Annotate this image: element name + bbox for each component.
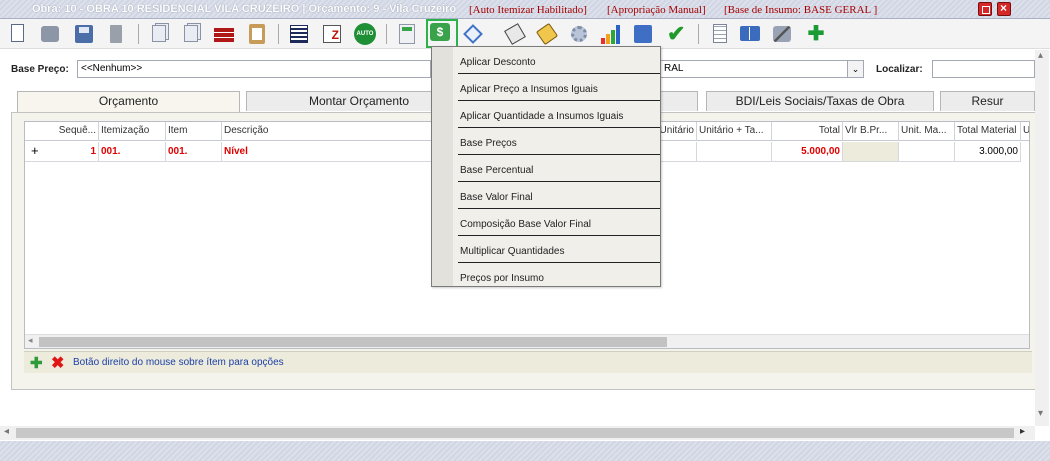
window-footer: [0, 441, 1050, 461]
col-u[interactable]: U: [1021, 122, 1029, 141]
list-icon[interactable]: [287, 22, 311, 46]
page-vertical-scrollbar[interactable]: ▴ ▾: [1035, 50, 1049, 426]
base-preco-label: Base Preço:: [11, 64, 69, 75]
col-unitario[interactable]: Unitário: [657, 122, 697, 141]
new-document-icon[interactable]: [6, 22, 30, 46]
page-horizontal-scrollbar[interactable]: ◂ ▸: [0, 426, 1035, 440]
menu-item-aplicar-desconto[interactable]: Aplicar Desconto: [458, 48, 660, 74]
diamond-icon[interactable]: [461, 22, 485, 46]
grid-status-bar: ✚ ✖ Botão direito do mouse sobre ítem pa…: [24, 351, 1032, 373]
col-unit-ma[interactable]: Unit. Ma...: [899, 122, 955, 141]
menu-gutter: [432, 47, 453, 286]
title-bar: Obra: 10 - OBRA 10 RESIDENCIAL VILA CRUZ…: [0, 0, 1050, 19]
apropriacao-tag: [Apropriação Manual]: [607, 4, 706, 16]
cell-unit-ma: [899, 142, 955, 162]
toolbar-separator: [386, 24, 387, 44]
cell-total: 5.000,00: [772, 142, 843, 162]
print-icon[interactable]: [38, 22, 62, 46]
close-button[interactable]: [997, 1, 1011, 16]
money-icon[interactable]: $: [426, 19, 458, 48]
grid-scroll-thumb[interactable]: [39, 337, 667, 347]
pen-icon[interactable]: [535, 22, 559, 46]
cell-unitario-ta: [697, 142, 772, 162]
tools-icon[interactable]: [770, 22, 794, 46]
cell-itemizacao: 001.: [99, 142, 166, 162]
cog-icon[interactable]: [567, 22, 591, 46]
menu-item-composicao-base[interactable]: Composição Base Valor Final: [458, 210, 660, 236]
clipboard-icon[interactable]: [245, 22, 269, 46]
status-hint: Botão direito do mouse sobre ítem para o…: [73, 357, 284, 368]
tab-bdi[interactable]: BDI/Leis Sociais/Taxas de Obra: [706, 91, 934, 111]
col-itemizacao[interactable]: Itemização: [99, 122, 166, 141]
add-row-icon[interactable]: ✚: [30, 354, 43, 372]
cell-sequencia: 1: [43, 142, 99, 162]
tab-resumo[interactable]: Resur: [940, 91, 1035, 111]
base-insumo-select[interactable]: RAL: [660, 60, 864, 78]
cell-total-material: 3.000,00: [955, 142, 1021, 162]
scroll-down-icon[interactable]: ▾: [1038, 408, 1043, 419]
cell-unitario: [657, 142, 697, 162]
scroll-left-icon[interactable]: ◂: [28, 335, 33, 346]
menu-item-base-percentual[interactable]: Base Percentual: [458, 156, 660, 182]
remove-row-icon[interactable]: ✖: [51, 353, 64, 373]
menu-item-aplicar-preco[interactable]: Aplicar Preço a Insumos Iguais: [458, 75, 660, 101]
book-icon[interactable]: [738, 22, 762, 46]
menu-item-precos-por-insumo[interactable]: Preços por Insumo: [458, 264, 660, 290]
check-icon[interactable]: ✔: [664, 22, 688, 46]
col-total[interactable]: Total: [772, 122, 843, 141]
grid-horizontal-scrollbar[interactable]: ◂: [25, 334, 1029, 348]
window-title: Obra: 10 - OBRA 10 RESIDENCIAL VILA CRUZ…: [32, 3, 457, 15]
toolbar-separator: [698, 24, 699, 44]
bar-chart-icon[interactable]: [598, 22, 622, 46]
localizar-label: Localizar:: [876, 64, 923, 75]
menu-item-base-precos[interactable]: Base Preços: [458, 129, 660, 155]
page-scroll-thumb[interactable]: [16, 428, 1014, 438]
page-scroll-left-icon[interactable]: ◂: [4, 426, 9, 437]
col-sequencia[interactable]: Sequê...: [25, 122, 99, 141]
localizar-input[interactable]: [932, 60, 1035, 78]
add-icon[interactable]: ✚: [803, 22, 827, 46]
row-expander[interactable]: +: [25, 142, 43, 162]
money-dropdown-menu: Aplicar Desconto Aplicar Preço a Insumos…: [431, 46, 661, 287]
chevron-down-icon[interactable]: ⌄: [847, 61, 863, 77]
base-insumo-tag: [Base de Insumo: BASE GERAL ]: [724, 4, 878, 16]
toolbar-separator: [278, 24, 279, 44]
notes-icon[interactable]: [708, 22, 732, 46]
maximize-button[interactable]: [978, 2, 992, 16]
trash-icon[interactable]: [104, 22, 128, 46]
col-unitario-ta[interactable]: Unitário + Ta...: [697, 122, 772, 141]
cell-item: 001.: [166, 142, 222, 162]
page-scroll-right-icon[interactable]: ▸: [1020, 426, 1025, 437]
list-z-icon[interactable]: [320, 22, 344, 46]
menu-item-multiplicar-quantidades[interactable]: Multiplicar Quantidades: [458, 237, 660, 263]
save-icon[interactable]: [72, 22, 96, 46]
calculator-icon[interactable]: [395, 22, 419, 46]
toolbar: AUTO $ ✔ ✚: [0, 19, 1050, 49]
base-insumo-value: RAL: [664, 63, 684, 74]
export-icon[interactable]: [631, 22, 655, 46]
menu-item-aplicar-quantidade[interactable]: Aplicar Quantidade a Insumos Iguais: [458, 102, 660, 128]
base-preco-select[interactable]: <<Nenhum>>: [77, 60, 431, 78]
menu-item-base-valor-final[interactable]: Base Valor Final: [458, 183, 660, 209]
copy-pages-icon[interactable]: [148, 22, 172, 46]
toolbar-separator: [138, 24, 139, 44]
auto-itemizar-tag: [Auto Itemizar Habilitado]: [469, 4, 587, 16]
col-item[interactable]: Item: [166, 122, 222, 141]
tag-icon[interactable]: [503, 22, 527, 46]
col-vlr-bpr[interactable]: Vlr B.Pr...: [843, 122, 899, 141]
tab-orcamento[interactable]: Orçamento: [17, 91, 240, 113]
col-total-material[interactable]: Total Material: [955, 122, 1021, 141]
scroll-up-icon[interactable]: ▴: [1038, 50, 1043, 61]
auto-icon[interactable]: AUTO: [353, 22, 377, 46]
paste-icon[interactable]: [180, 22, 204, 46]
bricks-icon[interactable]: [212, 22, 236, 46]
tab-hidden[interactable]: [660, 91, 698, 111]
cell-vlr-bpr: [843, 142, 899, 162]
